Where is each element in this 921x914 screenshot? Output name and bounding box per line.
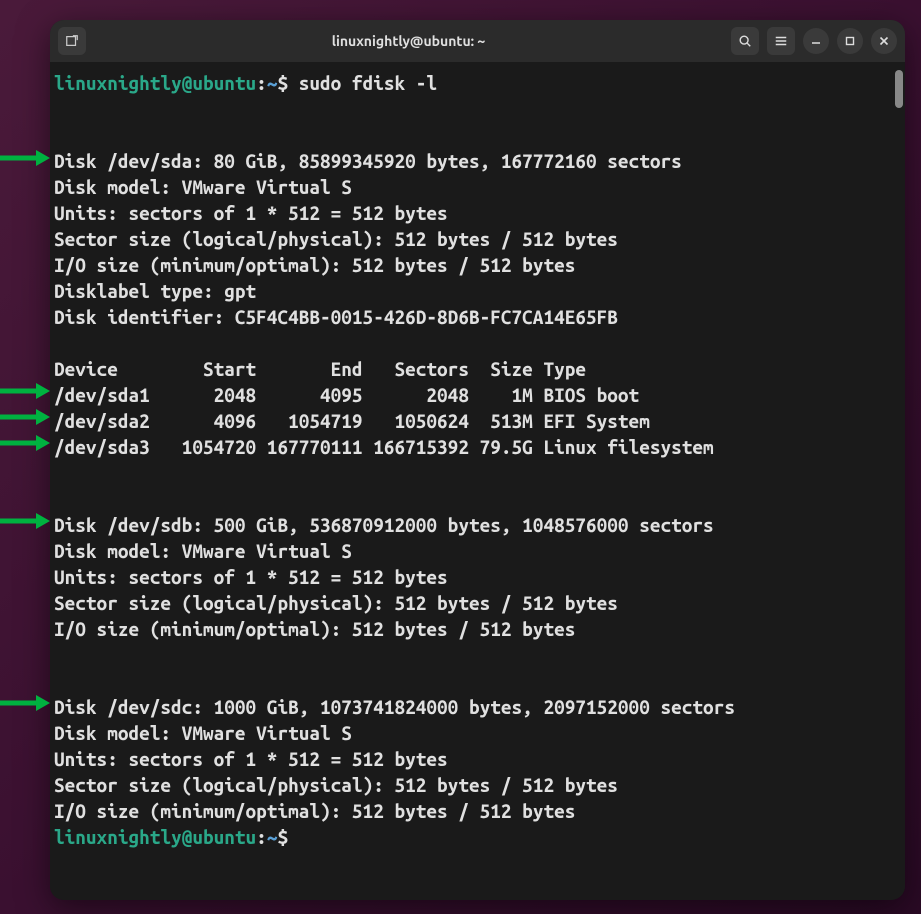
disk-info: Units: sectors of 1 * 512 = 512 bytes [54,200,895,226]
disk-info: I/O size (minimum/optimal): 512 bytes / … [54,798,895,824]
disk-info: Sector size (logical/physical): 512 byte… [54,772,895,798]
disk-info: Disk identifier: C5F4C4BB-0015-426D-8D6B… [54,304,895,330]
minimize-button[interactable] [803,28,829,54]
window-title: linuxnightly@ubuntu: ~ [92,33,725,49]
disk-info: Sector size (logical/physical): 512 byte… [54,226,895,252]
disk-header: Disk /dev/sdb: 500 GiB, 536870912000 byt… [54,512,895,538]
annotation-arrow-icon [0,433,50,453]
partition-row: /dev/sda2 4096 1054719 1050624 513M EFI … [54,408,895,434]
search-button[interactable] [731,27,759,55]
annotation-arrow-icon [0,407,50,427]
partition-table-header: Device Start End Sectors Size Type [54,356,895,382]
disk-info: I/O size (minimum/optimal): 512 bytes / … [54,616,895,642]
disk-info: Disk model: VMware Virtual S [54,174,895,200]
close-icon [878,35,890,47]
menu-button[interactable] [767,27,795,55]
partition-row: /dev/sda1 2048 4095 2048 1M BIOS boot [54,382,895,408]
titlebar: linuxnightly@ubuntu: ~ [50,20,905,62]
terminal-output[interactable]: linuxnightly@ubuntu:~$ sudo fdisk -l Dis… [50,62,905,900]
close-button[interactable] [871,28,897,54]
command-text: sudo fdisk -l [299,72,437,94]
terminal-window: linuxnightly@ubuntu: ~ linuxnightly@ubun… [50,20,905,900]
maximize-button[interactable] [837,28,863,54]
disk-info: I/O size (minimum/optimal): 512 bytes / … [54,252,895,278]
disk-info: Sector size (logical/physical): 512 byte… [54,590,895,616]
disk-info: Disklabel type: gpt [54,278,895,304]
prompt-line: linuxnightly@ubuntu:~$ [54,824,895,850]
prompt-symbol: $ [277,72,288,94]
annotation-arrow-icon [0,381,50,401]
hamburger-icon [774,34,788,48]
prompt-path: ~ [267,72,278,94]
annotation-arrow-icon [0,693,50,713]
minimize-icon [810,35,822,47]
prompt-line: linuxnightly@ubuntu:~$ sudo fdisk -l [54,70,895,96]
disk-info: Disk model: VMware Virtual S [54,538,895,564]
annotation-arrow-icon [0,148,50,168]
maximize-icon [844,35,856,47]
prompt-user: linuxnightly [54,72,182,94]
disk-info: Units: sectors of 1 * 512 = 512 bytes [54,746,895,772]
prompt-host: ubuntu [192,72,256,94]
disk-header: Disk /dev/sda: 80 GiB, 85899345920 bytes… [54,148,895,174]
disk-info: Disk model: VMware Virtual S [54,720,895,746]
scrollbar[interactable] [895,70,903,108]
partition-row: /dev/sda3 1054720 167770111 166715392 79… [54,434,895,460]
disk-header: Disk /dev/sdc: 1000 GiB, 1073741824000 b… [54,694,895,720]
new-tab-button[interactable] [58,27,86,55]
search-icon [738,34,752,48]
annotation-arrow-icon [0,511,50,531]
disk-info: Units: sectors of 1 * 512 = 512 bytes [54,564,895,590]
